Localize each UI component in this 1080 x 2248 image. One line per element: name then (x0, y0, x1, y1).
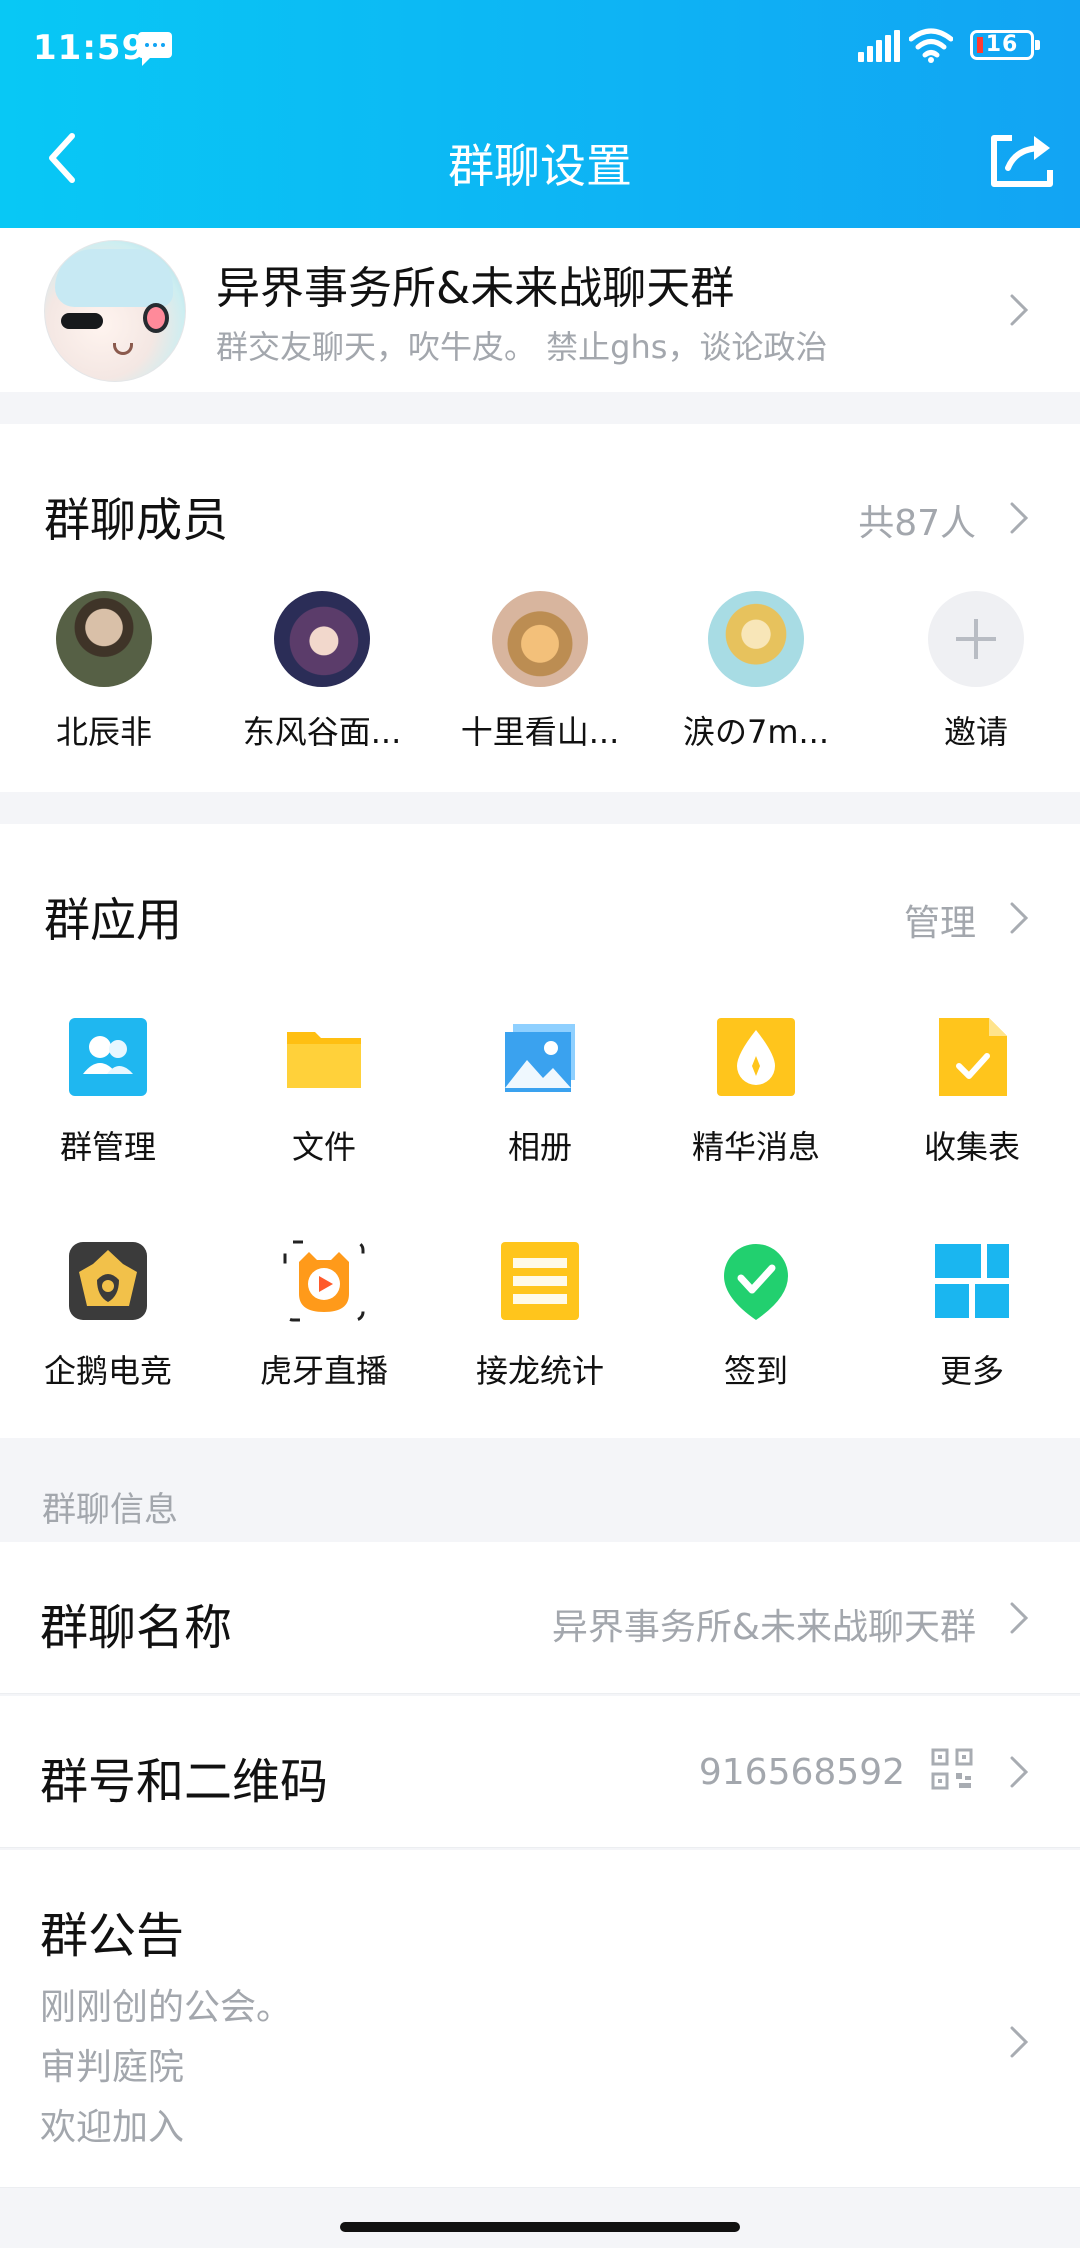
app-chain-stats[interactable]: 接龙统计 (450, 1240, 630, 1392)
members-count[interactable]: 共87人 (858, 494, 976, 546)
group-number: 916568592 (698, 1752, 905, 1793)
group-name: 异界事务所&未来战聊天群 (216, 263, 735, 314)
photo-album-icon (505, 1024, 575, 1092)
chevron-right-icon[interactable] (1008, 500, 1030, 536)
group-description: 群交友聊天，吹牛皮。 禁止ghs，谈论政治 (216, 328, 828, 366)
group-number-qrcode-row[interactable]: 群号和二维码 916568592 (0, 1696, 1080, 1848)
collection-form-icon (939, 1018, 1007, 1096)
battery-icon: 16 (970, 30, 1040, 60)
avatar (56, 591, 152, 687)
app-label: 收集表 (923, 1128, 1020, 1166)
member-name: 北辰非 (55, 713, 152, 751)
app-penguin-esports[interactable]: 企鹅电竞 (18, 1240, 198, 1392)
notice-line: 刚刚创的公会。 (40, 1987, 293, 2028)
more-apps-icon (935, 1244, 1009, 1318)
group-avatar[interactable] (44, 240, 186, 382)
member-name: 涙の7m... (682, 713, 830, 751)
apps-title: 群应用 (44, 893, 182, 947)
qrcode-label: 群号和二维码 (40, 1754, 329, 1810)
group-manage-icon (69, 1018, 147, 1096)
wifi-icon (909, 28, 953, 63)
group-notice-label: 群公告 (40, 1908, 185, 1964)
chevron-right-icon (1010, 1756, 1029, 1788)
app-group-manage[interactable]: 群管理 (18, 1016, 198, 1168)
app-checkin[interactable]: 签到 (666, 1240, 846, 1392)
group-notice-row[interactable]: 群公告 刚刚创的公会。 审判庭院 欢迎加入 (0, 1850, 1080, 2188)
huya-live-icon (283, 1240, 365, 1322)
avatar (492, 591, 588, 687)
app-collection-form[interactable]: 收集表 (882, 1016, 1062, 1168)
app-files[interactable]: 文件 (234, 1016, 414, 1168)
chevron-right-icon (1010, 2026, 1029, 2058)
app-more[interactable]: 更多 (882, 1240, 1062, 1392)
apps-manage-link[interactable]: 管理 (904, 894, 976, 946)
avatar (708, 591, 804, 687)
header-bar: 11:59 16 群聊设置 (0, 0, 1080, 228)
invite-label: 邀请 (943, 713, 1008, 751)
page-title: 群聊设置 (448, 139, 632, 193)
app-label: 虎牙直播 (259, 1352, 388, 1390)
cell-signal-icon (858, 30, 900, 62)
chain-stats-icon (501, 1242, 579, 1320)
notice-line: 欢迎加入 (40, 2107, 185, 2148)
member-item[interactable]: 涙の7m... (666, 591, 846, 753)
checkin-icon (724, 1244, 788, 1320)
app-label: 签到 (723, 1352, 788, 1390)
chevron-right-icon (1010, 294, 1029, 326)
member-name: 十里看山... (460, 713, 620, 751)
group-name-row[interactable]: 群聊名称 异界事务所&未来战聊天群 (0, 1542, 1080, 1694)
status-bar: 11:59 16 (0, 0, 1080, 96)
app-label: 更多 (939, 1352, 1004, 1390)
member-name: 东风谷面... (242, 713, 402, 751)
home-indicator[interactable] (340, 2222, 740, 2232)
group-info-section-label: 群聊信息 (42, 1490, 178, 1530)
folder-icon (287, 1032, 361, 1088)
chevron-right-icon[interactable] (1008, 900, 1030, 936)
share-icon[interactable] (988, 128, 1058, 190)
app-label: 接龙统计 (475, 1352, 604, 1390)
app-essence-messages[interactable]: 精华消息 (666, 1016, 846, 1168)
qrcode-icon (931, 1748, 973, 1790)
invite-button[interactable]: 邀请 (886, 591, 1066, 753)
group-name-label: 群聊名称 (40, 1600, 233, 1656)
app-huya-live[interactable]: 虎牙直播 (234, 1240, 414, 1392)
app-label: 企鹅电竞 (43, 1352, 172, 1390)
member-item[interactable]: 东风谷面... (232, 591, 412, 753)
app-label: 文件 (291, 1128, 356, 1166)
app-label: 相册 (507, 1128, 572, 1166)
status-time: 11:59 (33, 28, 147, 68)
notice-line: 审判庭院 (40, 2047, 185, 2088)
group-name-value: 异界事务所&未来战聊天群 (551, 1607, 976, 1648)
app-label: 精华消息 (691, 1128, 820, 1166)
penguin-esports-icon (69, 1242, 147, 1320)
member-item[interactable]: 十里看山... (450, 591, 630, 753)
group-notice-content: 刚刚创的公会。 审判庭院 欢迎加入 (40, 1978, 292, 2158)
message-notification-icon (138, 32, 172, 66)
avatar (274, 591, 370, 687)
app-label: 群管理 (59, 1128, 156, 1166)
app-album[interactable]: 相册 (450, 1016, 630, 1168)
members-title: 群聊成员 (44, 493, 228, 547)
plus-icon (928, 591, 1024, 687)
chevron-right-icon (1010, 1602, 1029, 1634)
member-item[interactable]: 北辰非 (14, 591, 194, 753)
essence-message-icon (717, 1018, 795, 1096)
